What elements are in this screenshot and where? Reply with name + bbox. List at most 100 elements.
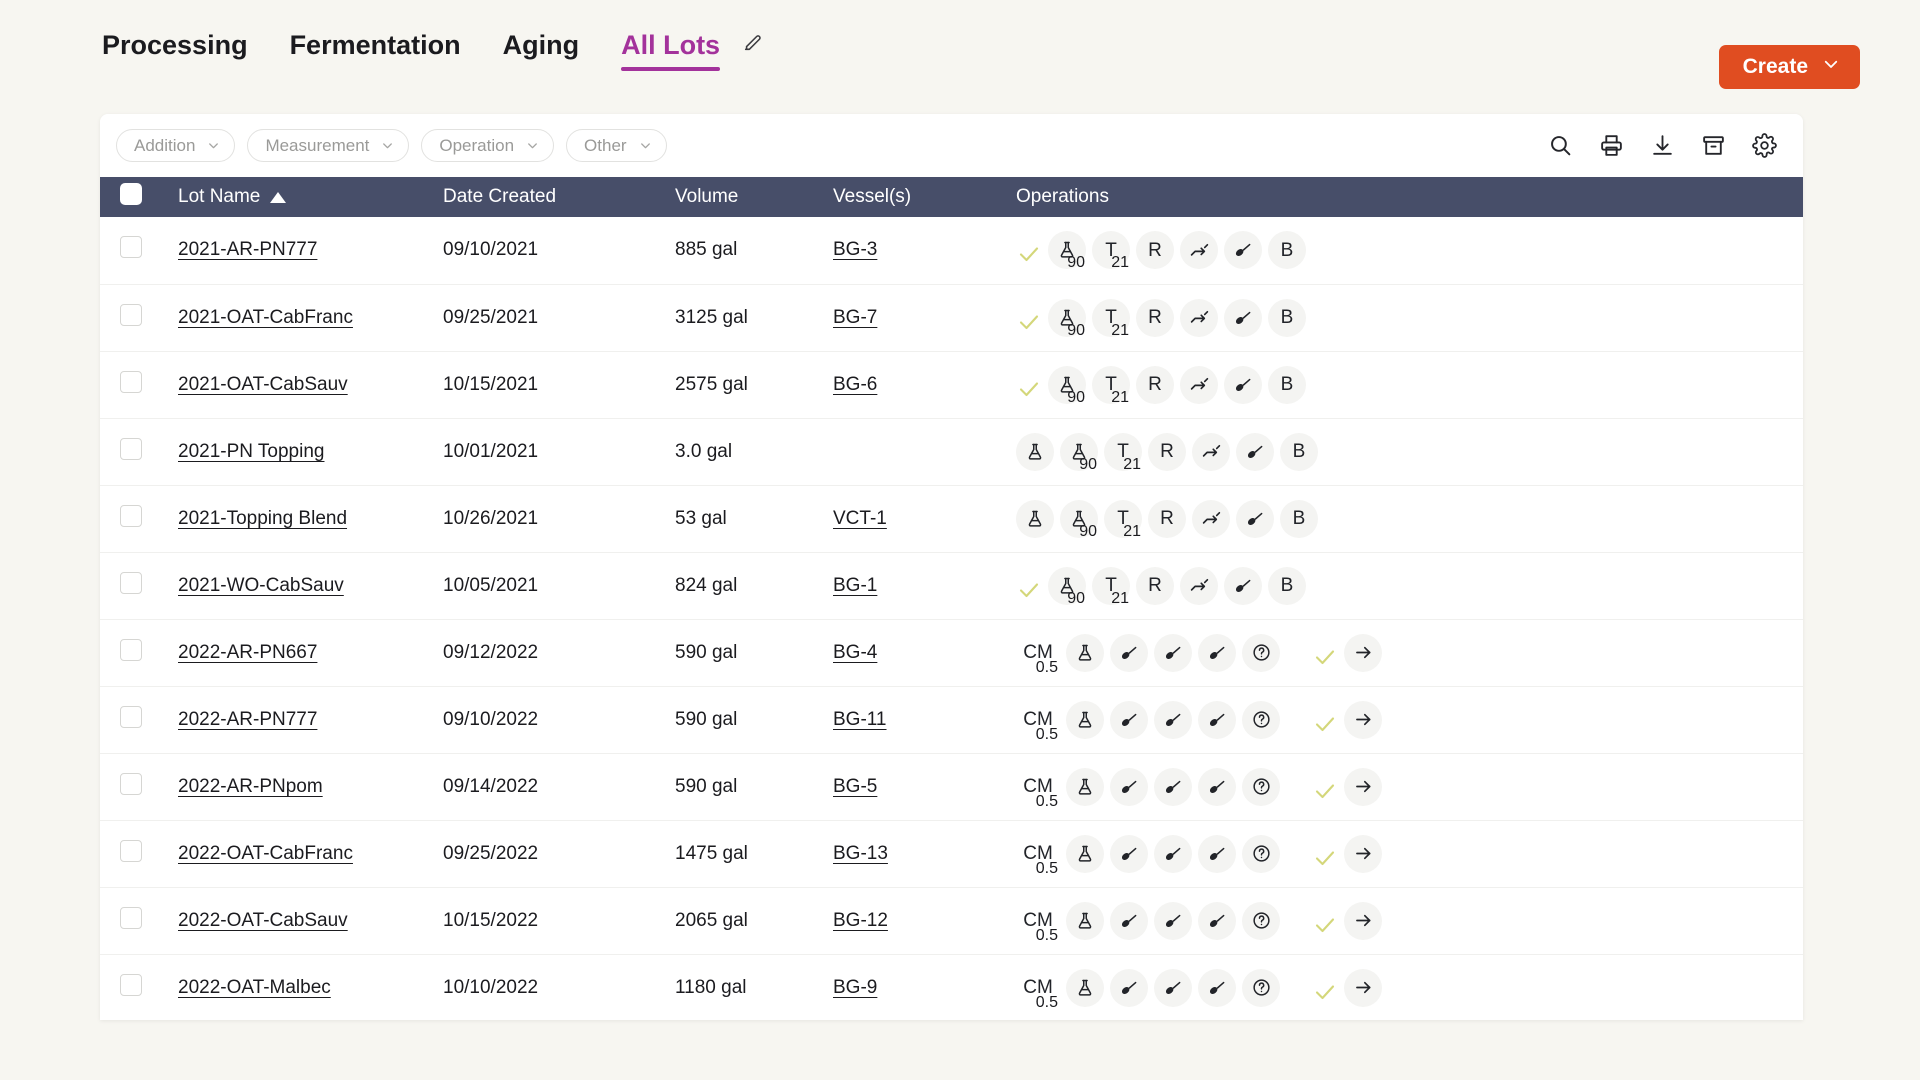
operation-badge-ladle[interactable] [1198,633,1236,672]
table-row[interactable]: 2021-OAT-CabSauv 10/15/2021 2575 gal BG-6 90… [100,351,1803,418]
operation-badge-ladle[interactable] [1236,432,1274,471]
operation-badge-ladle[interactable] [1154,968,1192,1007]
row-checkbox[interactable] [120,504,142,527]
vessel-link[interactable]: BG-12 [833,910,888,931]
filter-chip-operation[interactable]: Operation [421,129,555,162]
tab-processing[interactable]: Processing [102,30,248,71]
row-checkbox[interactable] [120,839,142,862]
operation-badge-flask[interactable] [1066,633,1104,672]
vessel-link[interactable]: BG-13 [833,843,888,864]
operation-badge-question[interactable] [1242,633,1280,672]
vessel-link[interactable]: BG-11 [833,709,887,730]
column-date-created[interactable]: Date Created [443,177,675,217]
vessel-link[interactable]: VCT-1 [833,508,887,529]
select-all-checkbox[interactable] [120,183,142,205]
operation-badge-r[interactable]: R [1148,499,1186,538]
operation-badge-flask[interactable] [1066,968,1104,1007]
operation-badge-arrow-right[interactable] [1344,834,1382,873]
lot-name-link[interactable]: 2022-AR-PN777 [178,709,317,730]
lot-name-link[interactable]: 2021-PN Topping [178,441,324,462]
vessel-link[interactable]: BG-4 [833,642,877,663]
operation-badge-flask[interactable]: 90 [1048,231,1086,271]
operation-badge-cm[interactable]: CM 0.5 [1016,902,1060,943]
operation-badge-ladle[interactable] [1198,834,1236,873]
gear-icon[interactable] [1752,133,1777,158]
operation-badge-t[interactable]: T 21 [1092,231,1130,271]
operation-badge-cm[interactable]: CM 0.5 [1016,969,1060,1010]
operation-badge-t[interactable]: T 21 [1104,432,1142,472]
vessel-link[interactable]: BG-6 [833,374,877,395]
operation-badge-pump[interactable] [1180,365,1218,404]
operation-badge-arrow-right[interactable] [1344,901,1382,940]
lot-name-link[interactable]: 2022-AR-PN667 [178,642,317,663]
operation-badge-flask[interactable]: 90 [1048,365,1086,405]
operation-badge-cm[interactable]: CM 0.5 [1016,701,1060,742]
operation-badge-question[interactable] [1242,901,1280,940]
operation-badge-ladle[interactable] [1154,901,1192,940]
operation-badge-question[interactable] [1242,968,1280,1007]
create-button[interactable]: Create [1718,45,1860,89]
operation-badge-pump[interactable] [1180,566,1218,605]
lot-name-link[interactable]: 2022-OAT-Malbec [178,977,331,998]
table-row[interactable]: 2022-AR-PNpom 09/14/2022 590 gal BG-5 CM 0.5 [100,753,1803,820]
operation-badge-ladle[interactable] [1110,767,1148,806]
operation-badge-cm[interactable]: CM 0.5 [1016,634,1060,675]
column-volume[interactable]: Volume [675,177,833,217]
table-row[interactable]: 2022-AR-PN777 09/10/2022 590 gal BG-11 CM 0.5 [100,686,1803,753]
lot-name-link[interactable]: 2022-AR-PNpom [178,776,323,797]
vessel-link[interactable]: BG-7 [833,307,877,328]
search-icon[interactable] [1548,133,1573,158]
table-row[interactable]: 2022-OAT-Malbec 10/10/2022 1180 gal BG-9 CM 0… [100,954,1803,1020]
operation-badge-ladle[interactable] [1154,767,1192,806]
operation-badge-ladle[interactable] [1110,968,1148,1007]
operation-badge-flask[interactable]: 90 [1060,432,1098,472]
lot-name-link[interactable]: 2021-Topping Blend [178,508,347,529]
operation-badge-flask[interactable] [1016,499,1054,538]
operation-badge-flask[interactable] [1066,700,1104,739]
row-checkbox[interactable] [120,906,142,929]
operation-badge-arrow-right[interactable] [1344,700,1382,739]
download-icon[interactable] [1650,133,1675,158]
operation-badge-ladle[interactable] [1110,901,1148,940]
operation-badge-question[interactable] [1242,834,1280,873]
operation-badge-ladle[interactable] [1198,968,1236,1007]
operation-badge-cm[interactable]: CM 0.5 [1016,768,1060,809]
table-row[interactable]: 2021-PN Topping 10/01/2021 3.0 gal 90 T 21 R B [100,418,1803,485]
row-checkbox[interactable] [120,303,142,326]
operation-badge-ladle[interactable] [1224,566,1262,605]
operation-badge-ladle[interactable] [1154,633,1192,672]
table-row[interactable]: 2021-AR-PN777 09/10/2021 885 gal BG-3 90 T 21 R… [100,217,1803,284]
row-checkbox[interactable] [120,973,142,996]
operation-badge-arrow-right[interactable] [1344,968,1382,1007]
operation-badge-ladle[interactable] [1154,834,1192,873]
operation-badge-arrow-right[interactable] [1344,767,1382,806]
vessel-link[interactable]: BG-5 [833,776,877,797]
operation-badge-flask[interactable]: 90 [1060,499,1098,539]
operation-badge-cm[interactable]: CM 0.5 [1016,835,1060,876]
operation-badge-flask[interactable] [1016,432,1054,471]
operation-badge-question[interactable] [1242,767,1280,806]
filter-chip-addition[interactable]: Addition [116,129,236,162]
table-row[interactable]: 2022-AR-PN667 09/12/2022 590 gal BG-4 CM 0.5 [100,619,1803,686]
operation-badge-b[interactable]: B [1268,231,1306,270]
row-checkbox[interactable] [120,370,142,393]
operation-badge-b[interactable]: B [1268,298,1306,337]
operation-badge-ladle[interactable] [1198,700,1236,739]
lot-name-link[interactable]: 2021-AR-PN777 [178,239,317,260]
operation-badge-ladle[interactable] [1198,767,1236,806]
operation-badge-arrow-right[interactable] [1344,633,1382,672]
filter-chip-other[interactable]: Other [566,129,667,162]
print-icon[interactable] [1599,133,1624,158]
operation-badge-ladle[interactable] [1110,700,1148,739]
vessel-link[interactable]: BG-1 [833,575,877,596]
lot-name-link[interactable]: 2022-OAT-CabFranc [178,843,353,864]
table-row[interactable]: 2021-WO-CabSauv 10/05/2021 824 gal BG-1 90 T 2… [100,552,1803,619]
operation-badge-b[interactable]: B [1268,566,1306,605]
operation-badge-ladle[interactable] [1224,231,1262,270]
operation-badge-pump[interactable] [1192,432,1230,471]
archive-icon[interactable] [1701,133,1726,158]
operation-badge-b[interactable]: B [1280,432,1318,471]
operation-badge-pump[interactable] [1192,499,1230,538]
vessel-link[interactable]: BG-3 [833,239,877,260]
operation-badge-flask[interactable] [1066,901,1104,940]
